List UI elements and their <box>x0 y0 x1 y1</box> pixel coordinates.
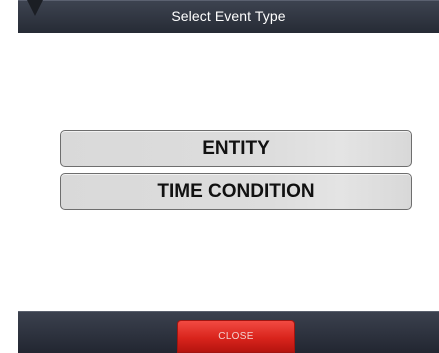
dialog-footer: CLOSE <box>18 311 439 353</box>
popover-pointer-icon <box>27 0 43 16</box>
time-condition-option-button[interactable]: TIME CONDITION <box>60 173 412 210</box>
options-panel: ENTITY TIME CONDITION <box>18 33 439 311</box>
dialog-title: Select Event Type <box>171 8 286 24</box>
close-button[interactable]: CLOSE <box>177 320 295 353</box>
select-event-type-dialog: Select Event Type ENTITY TIME CONDITION … <box>18 0 439 353</box>
entity-option-button[interactable]: ENTITY <box>60 130 412 167</box>
dialog-header: Select Event Type <box>18 0 439 33</box>
